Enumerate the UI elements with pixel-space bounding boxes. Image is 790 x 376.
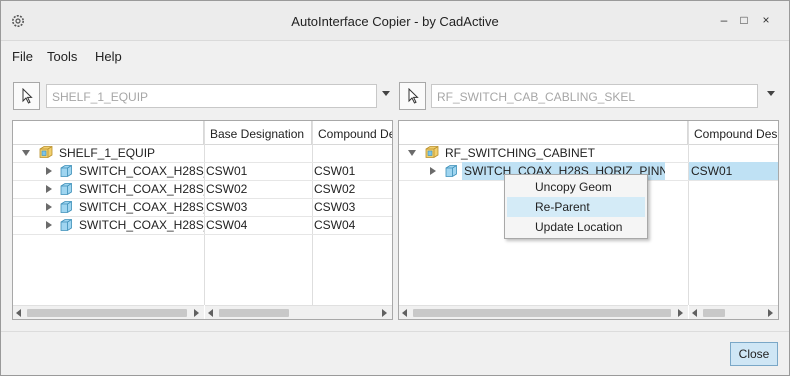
assembly-folder-icon — [39, 146, 53, 158]
table-row[interactable]: SWITCH_COAX_H28S_H CSW01 CSW01 — [13, 162, 392, 180]
collapse-icon[interactable] — [408, 150, 416, 156]
right-header-compound[interactable]: Compound Des — [688, 121, 778, 145]
table-row[interactable]: SWITCH_COAX_H28S_H CSW04 CSW04 — [13, 216, 392, 234]
right-model-combo[interactable]: RF_SWITCH_CAB_CABLING_SKEL — [431, 84, 758, 108]
right-tree-hscrollbar[interactable] — [399, 305, 688, 319]
table-row[interactable]: SWITCH_COAX_H28S_H CSW03 CSW03 — [13, 198, 392, 216]
compound-designation: CSW02 — [314, 182, 356, 196]
right-select-button[interactable] — [399, 82, 426, 110]
menu-tools[interactable]: Tools — [47, 49, 77, 64]
part-cube-icon — [60, 219, 72, 231]
menu-file[interactable]: File — [12, 49, 33, 64]
left-header-base-designation[interactable]: Base Designation — [204, 121, 312, 145]
right-columns-hscrollbar[interactable] — [689, 305, 778, 319]
menu-item-update-location[interactable]: Update Location — [507, 217, 645, 237]
expand-icon[interactable] — [46, 203, 52, 211]
scroll-left-icon[interactable] — [402, 309, 407, 317]
left-combo-dropdown-icon[interactable] — [382, 91, 390, 96]
part-cube-icon — [445, 165, 457, 177]
expand-icon[interactable] — [46, 167, 52, 175]
window-title: AutoInterface Copier - by CadActive — [291, 14, 499, 29]
base-designation: CSW04 — [206, 218, 248, 232]
menu-help[interactable]: Help — [95, 49, 122, 64]
tree-row-root[interactable]: RF_SWITCHING_CABINET — [399, 144, 778, 162]
footer-divider — [1, 331, 789, 332]
part-name: SWITCH_COAX_H28S_H — [79, 182, 204, 196]
left-columns-hscrollbar[interactable] — [205, 305, 392, 319]
expand-icon[interactable] — [430, 167, 436, 175]
close-button[interactable]: Close — [730, 342, 778, 366]
right-tree-header — [399, 121, 688, 145]
left-tree-table[interactable]: Base Designation Compound De SHELF_1_EQU… — [12, 120, 393, 320]
part-cube-icon — [60, 183, 72, 195]
scroll-thumb[interactable] — [413, 309, 671, 317]
menu-bar: File Tools Help — [1, 45, 789, 69]
compound-designation: CSW04 — [314, 218, 356, 232]
part-name: SWITCH_COAX_H28S_H — [79, 218, 204, 232]
pointer-arrow-icon — [408, 88, 419, 104]
base-designation: CSW02 — [206, 182, 248, 196]
tree-root-label: SHELF_1_EQUIP — [59, 146, 156, 160]
base-designation: CSW03 — [206, 200, 248, 214]
scroll-thumb[interactable] — [703, 309, 725, 317]
pointer-arrow-icon — [22, 88, 33, 104]
minimize-button[interactable]: – — [716, 12, 732, 28]
compound-designation: CSW01 — [689, 162, 778, 180]
tree-root-label: RF_SWITCHING_CABINET — [445, 146, 596, 160]
scroll-right-icon[interactable] — [194, 309, 199, 317]
compound-designation: CSW01 — [314, 164, 356, 178]
part-name: SWITCH_COAX_H28S_H — [79, 200, 204, 214]
scroll-thumb[interactable] — [219, 309, 289, 317]
scroll-right-icon[interactable] — [678, 309, 683, 317]
expand-icon[interactable] — [46, 185, 52, 193]
assembly-folder-icon — [425, 146, 439, 158]
expand-icon[interactable] — [46, 221, 52, 229]
menu-item-re-parent[interactable]: Re-Parent — [507, 197, 645, 217]
app-window: AutoInterface Copier - by CadActive – □ … — [0, 0, 790, 376]
scroll-right-icon[interactable] — [382, 309, 387, 317]
context-menu: Uncopy Geom Re-Parent Update Location — [504, 174, 648, 239]
left-tree-header — [13, 121, 204, 145]
collapse-icon[interactable] — [22, 150, 30, 156]
left-select-button[interactable] — [13, 82, 40, 110]
left-tree-hscrollbar[interactable] — [13, 305, 204, 319]
part-cube-icon — [60, 165, 72, 177]
tree-row-root[interactable]: SHELF_1_EQUIP — [13, 144, 392, 162]
close-window-button[interactable]: × — [758, 12, 774, 28]
maximize-button[interactable]: □ — [736, 12, 752, 28]
compound-designation: CSW03 — [314, 200, 356, 214]
table-row[interactable]: SWITCH_COAX_H28S_H CSW02 CSW02 — [13, 180, 392, 198]
part-name: SWITCH_COAX_H28S_H — [79, 164, 204, 178]
scroll-thumb[interactable] — [27, 309, 187, 317]
part-cube-icon — [60, 201, 72, 213]
base-designation: CSW01 — [206, 164, 248, 178]
title-bar: AutoInterface Copier - by CadActive – □ … — [1, 1, 789, 41]
left-header-compound[interactable]: Compound De — [312, 121, 392, 145]
menu-item-uncopy-geom[interactable]: Uncopy Geom — [507, 177, 645, 197]
right-combo-dropdown-icon[interactable] — [767, 91, 775, 96]
left-model-combo[interactable]: SHELF_1_EQUIP — [46, 84, 377, 108]
row-divider — [13, 234, 392, 235]
scroll-left-icon[interactable] — [16, 309, 21, 317]
scroll-right-icon[interactable] — [768, 309, 773, 317]
scroll-left-icon[interactable] — [692, 309, 697, 317]
scroll-left-icon[interactable] — [208, 309, 213, 317]
